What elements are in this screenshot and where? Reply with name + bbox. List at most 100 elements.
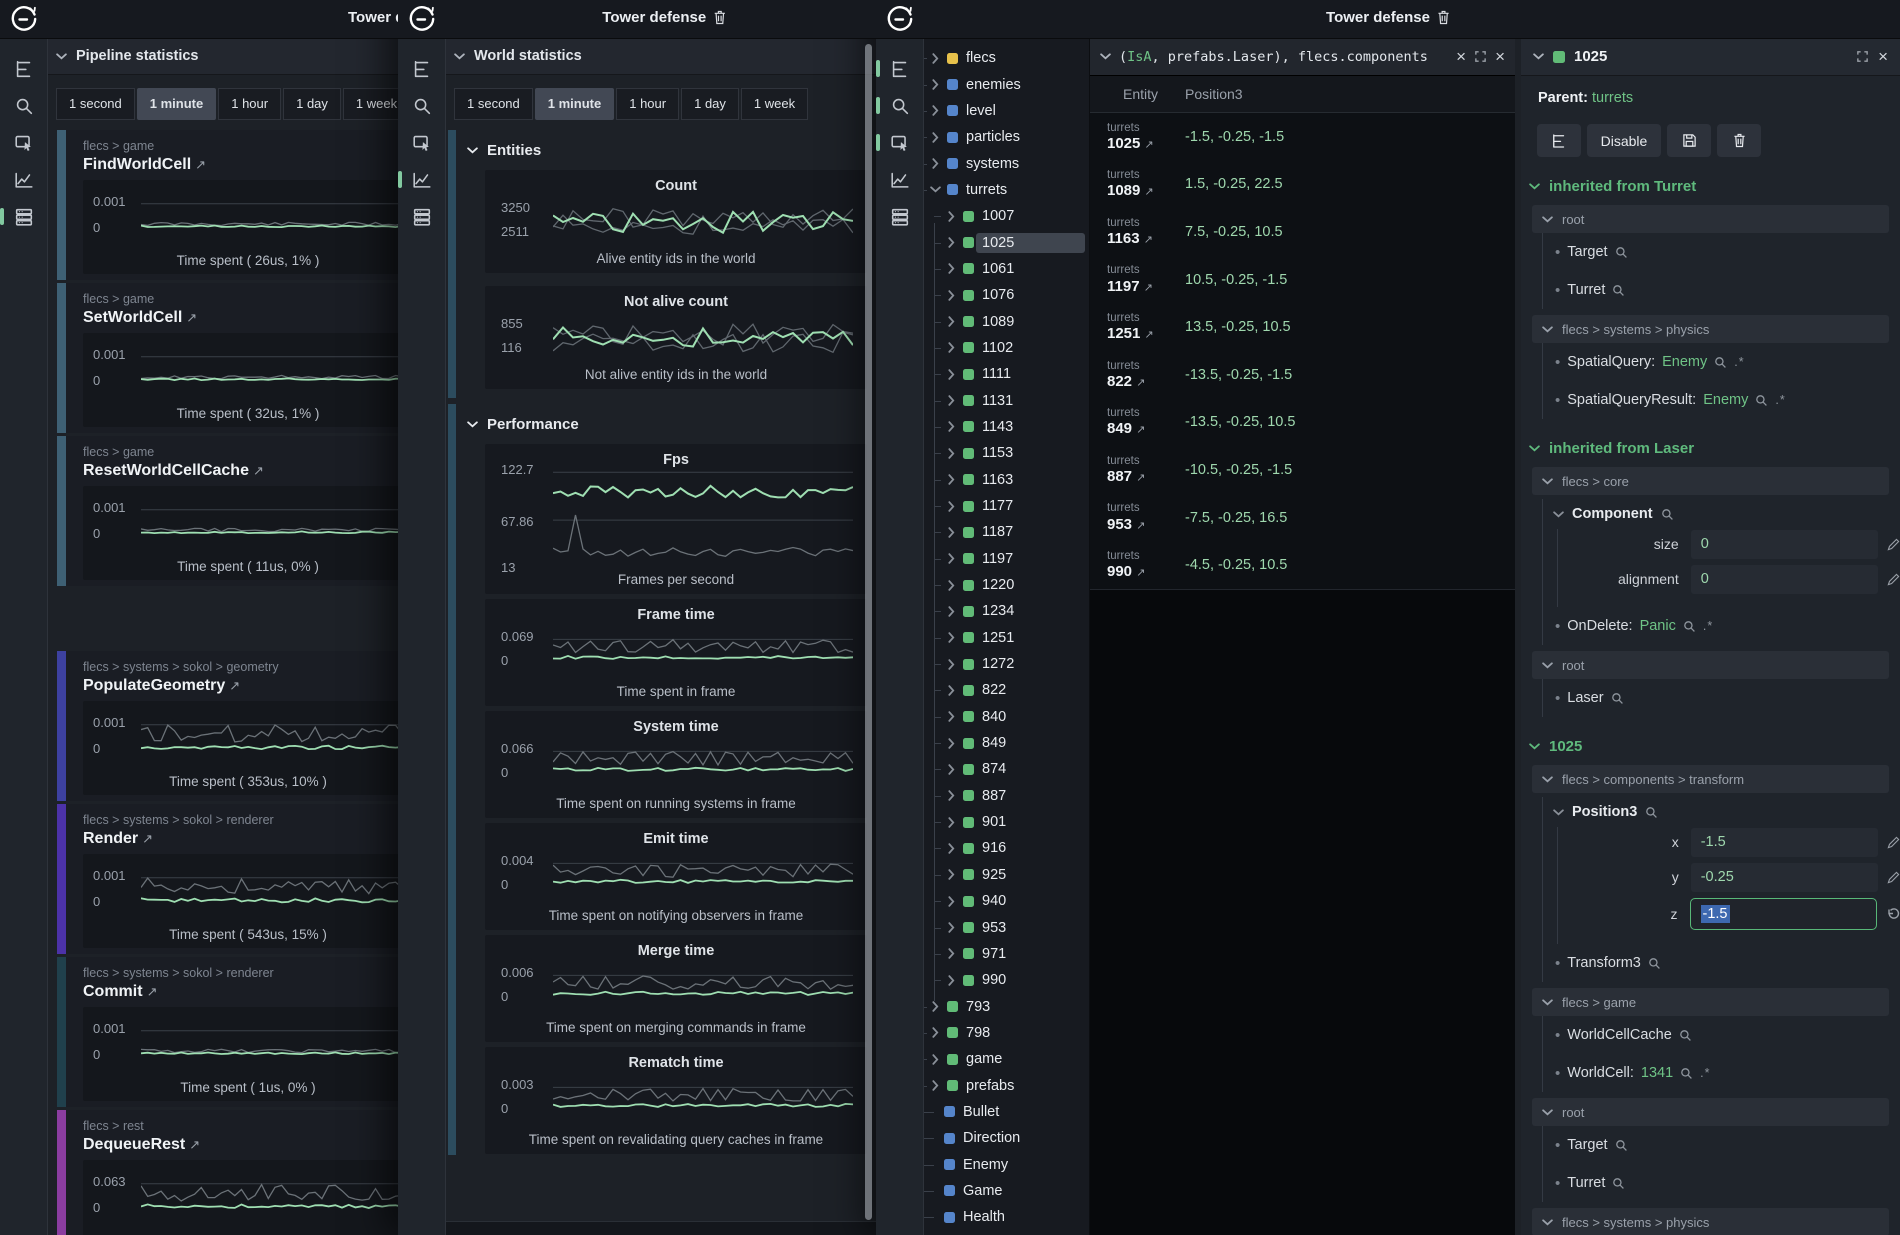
sidebar-tree-button[interactable]	[876, 50, 923, 87]
component-header[interactable]: Component	[1543, 499, 1900, 529]
tree-item-971[interactable]: 971	[920, 941, 1089, 967]
inherited-section-header[interactable]: inherited from Turret	[1529, 173, 1900, 199]
sidebar-select-button[interactable]	[398, 124, 445, 161]
chevron-right-icon[interactable]	[945, 608, 957, 615]
tree-item-953[interactable]: 953	[920, 914, 1089, 940]
chevron-down-icon[interactable]	[929, 186, 941, 193]
tree-item-systems[interactable]: systems	[920, 150, 1089, 176]
sidebar-tree-button[interactable]	[0, 50, 47, 87]
tab-1-day[interactable]: 1 day	[283, 88, 341, 120]
entity-id-link[interactable]: 822 ↗	[1107, 373, 1185, 390]
chevron-right-icon[interactable]	[945, 265, 957, 272]
expand-icon[interactable]	[1474, 50, 1487, 63]
component-item-Laser[interactable]: •Laser	[1543, 679, 1900, 717]
chevron-right-icon[interactable]	[945, 318, 957, 325]
query-result-row-953[interactable]: turrets 953 ↗ -7.5, -0.25, 16.5	[1090, 494, 1515, 542]
titlebar[interactable]: Tower defense	[0, 0, 400, 39]
chevron-right-icon[interactable]	[929, 1056, 941, 1063]
tree-item-1272[interactable]: 1272	[920, 651, 1089, 677]
component-item-Turret[interactable]: •Turret	[1543, 1164, 1900, 1202]
tree-item-793[interactable]: 793	[920, 993, 1089, 1019]
chevron-right-icon[interactable]	[929, 81, 941, 88]
metric-name-link[interactable]: SetWorldCell↗	[83, 309, 197, 327]
query-result-row-990[interactable]: turrets 990 ↗ -4.5, -0.25, 10.5	[1090, 541, 1515, 589]
query-expression[interactable]: (IsA, prefabs.Laser), flecs.components	[1119, 49, 1448, 65]
search-icon[interactable]	[1661, 508, 1674, 521]
tree-item-1153[interactable]: 1153	[920, 440, 1089, 466]
titlebar[interactable]: Tower defense	[398, 0, 876, 39]
entity-id-link[interactable]: 1197 ↗	[1107, 278, 1185, 295]
component-item-OnDelete[interactable]: •OnDelete:Panic.*	[1543, 607, 1900, 645]
entity-cell[interactable]: turrets 1089 ↗	[1107, 169, 1185, 199]
chevron-right-icon[interactable]	[945, 661, 957, 668]
search-icon[interactable]	[1615, 1139, 1628, 1152]
tree-item-1143[interactable]: 1143	[920, 414, 1089, 440]
close-icon[interactable]: ×	[1495, 48, 1505, 65]
chevron-right-icon[interactable]	[945, 239, 957, 246]
component-value-link[interactable]: 1341	[1641, 1065, 1673, 1081]
search-icon[interactable]	[1683, 620, 1696, 633]
query-result-row-887[interactable]: turrets 887 ↗ -10.5, -0.25, -1.5	[1090, 446, 1515, 494]
tab-1-week[interactable]: 1 week	[741, 88, 808, 120]
entity-cell[interactable]: turrets 953 ↗	[1107, 502, 1185, 532]
metric-name-link[interactable]: Render↗	[83, 830, 153, 848]
tree-item-Enemy[interactable]: Enemy	[920, 1151, 1089, 1177]
entity-cell[interactable]: turrets 990 ↗	[1107, 550, 1185, 580]
query-result-row-1197[interactable]: turrets 1197 ↗ 10.5, -0.25, -1.5	[1090, 256, 1515, 304]
section-header[interactable]: Entities	[445, 130, 876, 170]
query-result-row-1163[interactable]: turrets 1163 ↗ 7.5, -0.25, 10.5	[1090, 208, 1515, 256]
inherited-section-header[interactable]: inherited from Laser	[1529, 435, 1900, 461]
titlebar[interactable]: Tower defense	[876, 0, 1900, 39]
sidebar-stats-button[interactable]	[876, 198, 923, 235]
entity-cell[interactable]: turrets 822 ↗	[1107, 360, 1185, 390]
entity-cell[interactable]: turrets 1251 ↗	[1107, 312, 1185, 342]
metric-name-link[interactable]: FindWorldCell↗	[83, 156, 206, 174]
tree-item-874[interactable]: 874	[920, 756, 1089, 782]
chevron-right-icon[interactable]	[945, 792, 957, 799]
entity-id-link[interactable]: 1251 ↗	[1107, 325, 1185, 342]
tree-item-901[interactable]: 901	[920, 809, 1089, 835]
entity-cell[interactable]: turrets 887 ↗	[1107, 455, 1185, 485]
tree-item-916[interactable]: 916	[920, 835, 1089, 861]
component-item-Target[interactable]: •Target	[1543, 233, 1900, 271]
close-icon[interactable]: ×	[1878, 48, 1888, 65]
sidebar-select-button[interactable]	[0, 124, 47, 161]
tree-item-particles[interactable]: particles	[920, 124, 1089, 150]
sidebar-stats-button[interactable]	[398, 198, 445, 235]
chevron-right-icon[interactable]	[929, 1082, 941, 1089]
tree-item-887[interactable]: 887	[920, 783, 1089, 809]
component-path-group[interactable]: flecs > game	[1532, 988, 1889, 1016]
tree-item-1102[interactable]: 1102	[920, 335, 1089, 361]
tree-item-822[interactable]: 822	[920, 677, 1089, 703]
entity-cell[interactable]: turrets 1197 ↗	[1107, 264, 1185, 294]
chevron-right-icon[interactable]	[945, 898, 957, 905]
expand-icon[interactable]	[1856, 50, 1869, 63]
chevron-right-icon[interactable]	[929, 134, 941, 141]
component-value-link[interactable]: Enemy	[1703, 392, 1748, 408]
disable-button[interactable]: Disable	[1587, 124, 1661, 157]
component-item-WorldCellCache[interactable]: •WorldCellCache	[1543, 1016, 1900, 1054]
component-item-SpatialQuery[interactable]: •SpatialQuery:Enemy.*	[1543, 343, 1900, 381]
metric-name-link[interactable]: ResetWorldCellCache↗	[83, 462, 264, 480]
component-value-link[interactable]: Enemy	[1662, 354, 1707, 370]
tree-item-1061[interactable]: 1061	[920, 256, 1089, 282]
edit-icon[interactable]	[1887, 871, 1900, 884]
tab-1-minute[interactable]: 1 minute	[137, 88, 216, 120]
component-path-group[interactable]: flecs > core	[1532, 467, 1889, 495]
tree-item-1187[interactable]: 1187	[920, 519, 1089, 545]
component-value-link[interactable]: Panic	[1640, 618, 1676, 634]
chevron-right-icon[interactable]	[945, 766, 957, 773]
tree-item-1025[interactable]: 1025	[920, 229, 1089, 255]
tree-item-1197[interactable]: 1197	[920, 546, 1089, 572]
metric-name-link[interactable]: DequeueRest↗	[83, 1136, 200, 1154]
search-icon[interactable]	[1612, 1177, 1625, 1190]
chevron-right-icon[interactable]	[929, 1003, 941, 1010]
field-input-y[interactable]: -0.25	[1691, 863, 1878, 892]
tree-item-1111[interactable]: 1111	[920, 361, 1089, 387]
chevron-right-icon[interactable]	[945, 924, 957, 931]
metric-name-link[interactable]: Commit↗	[83, 983, 157, 1001]
tree-item-1163[interactable]: 1163	[920, 467, 1089, 493]
tree-item-Health[interactable]: Health	[920, 1204, 1089, 1230]
chevron-right-icon[interactable]	[945, 845, 957, 852]
panel-header-pipeline-statistics[interactable]: Pipeline statistics	[47, 38, 400, 75]
